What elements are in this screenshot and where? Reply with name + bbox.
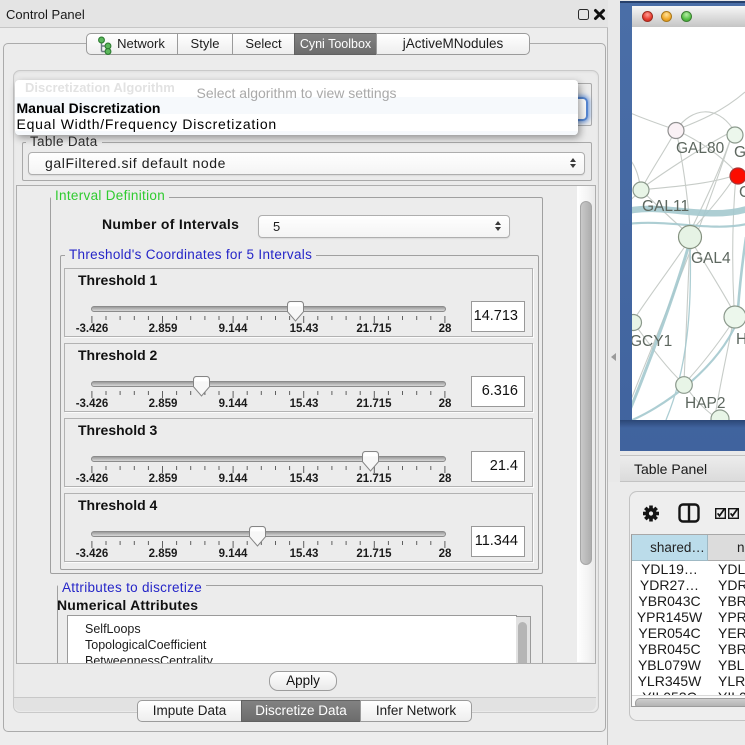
svg-text:H: H: [736, 331, 745, 348]
svg-text:GAL4: GAL4: [691, 250, 731, 267]
svg-text:GCY1: GCY1: [632, 333, 672, 350]
svg-text:GAL11: GAL11: [642, 198, 689, 215]
svg-text:HAP2: HAP2: [685, 395, 726, 412]
svg-text:C: C: [739, 184, 745, 201]
svg-text:GAL80: GAL80: [676, 140, 725, 157]
svg-text:GA: GA: [734, 144, 745, 161]
